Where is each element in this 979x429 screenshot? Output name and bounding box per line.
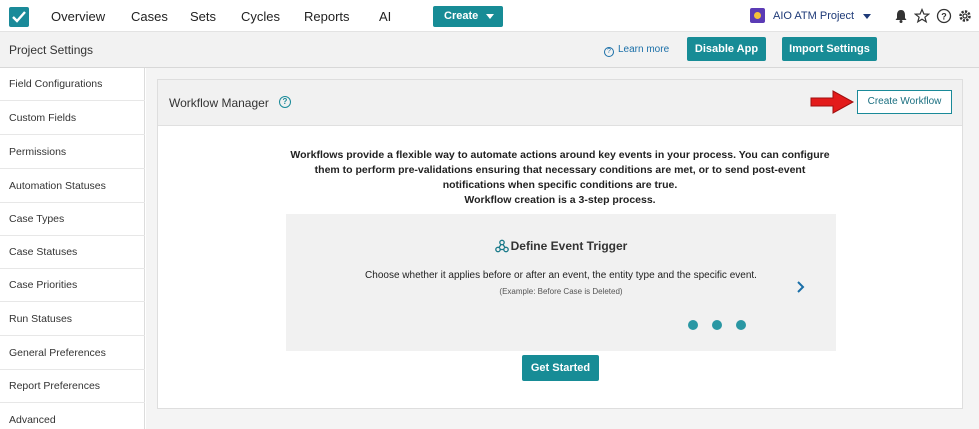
carousel-dot[interactable] [736,320,746,330]
star-icon[interactable] [913,7,931,24]
workflow-manager-header: Workflow Manager ? Create Workflow [158,80,962,126]
webhook-icon [494,239,509,253]
chevron-down-icon [486,14,494,19]
create-button-label: Create [444,10,479,22]
nav-reports[interactable]: Reports [304,9,350,24]
step-description: Choose whether it applies before or afte… [365,270,757,281]
intro-line: Workflows provide a flexible way to auto… [290,149,830,161]
step-example: (Example: Before Case is Deleted) [499,287,623,296]
step-title: Define Event Trigger [286,239,836,253]
project-icon [750,8,765,23]
sidebar-item-general-preferences[interactable]: General Preferences [0,336,145,370]
nav-overview[interactable]: Overview [51,9,105,24]
question-icon: ? [604,47,614,57]
nav-ai[interactable]: AI [379,9,391,24]
intro-line: them to perform pre-validations ensuring… [314,164,806,176]
sidebar-item-report-preferences[interactable]: Report Preferences [0,369,145,403]
red-arrow-icon [810,90,855,114]
sidebar-item-case-types[interactable]: Case Types [0,202,145,236]
sidebar-item-automation-statuses[interactable]: Automation Statuses [0,169,145,203]
chevron-right-icon[interactable] [796,280,806,294]
settings-sidebar: Field Configurations Custom Fields Permi… [0,68,145,429]
disable-app-button[interactable]: Disable App [687,37,766,61]
page-title: Project Settings [9,43,94,57]
carousel-dot[interactable] [688,320,698,330]
bell-icon[interactable] [893,8,909,24]
project-selector[interactable]: AIO ATM Project [773,10,854,22]
help-icon[interactable]: ? [936,8,952,24]
svg-text:?: ? [941,12,947,22]
nav-sets[interactable]: Sets [190,9,216,24]
sidebar-item-advanced[interactable]: Advanced [0,403,145,429]
top-navigation-bar: Overview Cases Sets Cycles Reports AI Cr… [0,0,979,32]
sidebar-item-case-statuses[interactable]: Case Statuses [0,235,145,269]
sidebar-item-run-statuses[interactable]: Run Statuses [0,302,145,336]
nav-cases[interactable]: Cases [131,9,168,24]
carousel-dot[interactable] [712,320,722,330]
learn-more-link[interactable]: ? Learn more [604,44,669,57]
sidebar-item-custom-fields[interactable]: Custom Fields [0,101,145,135]
learn-more-label: Learn more [618,44,670,55]
project-settings-header: Project Settings ? Learn more Disable App… [0,32,979,68]
import-settings-button[interactable]: Import Settings [782,37,877,61]
step-title-label: Define Event Trigger [510,239,628,253]
help-icon[interactable]: ? [279,96,291,108]
get-started-button[interactable]: Get Started [522,355,599,381]
workflow-manager-panel: Workflow Manager ? Create Workflow Workf… [157,79,963,409]
workflow-steps-carousel: Define Event Trigger Choose whether it a… [286,214,836,351]
create-workflow-button[interactable]: Create Workflow [857,90,952,114]
sidebar-item-case-priorities[interactable]: Case Priorities [0,268,145,302]
create-button[interactable]: Create [433,6,503,27]
sidebar-item-field-configurations[interactable]: Field Configurations [0,68,145,101]
nav-cycles[interactable]: Cycles [241,9,280,24]
settings-icon[interactable] [957,8,973,24]
sidebar-item-permissions[interactable]: Permissions [0,135,145,169]
chevron-down-icon[interactable] [863,14,871,19]
intro-line: Workflow creation is a 3-step process. [464,194,656,206]
app-logo-icon[interactable] [9,7,29,27]
intro-line: notifications when specific conditions a… [442,179,678,191]
workflow-manager-title: Workflow Manager [169,96,269,110]
workflow-intro: Workflows provide a flexible way to auto… [288,148,832,208]
